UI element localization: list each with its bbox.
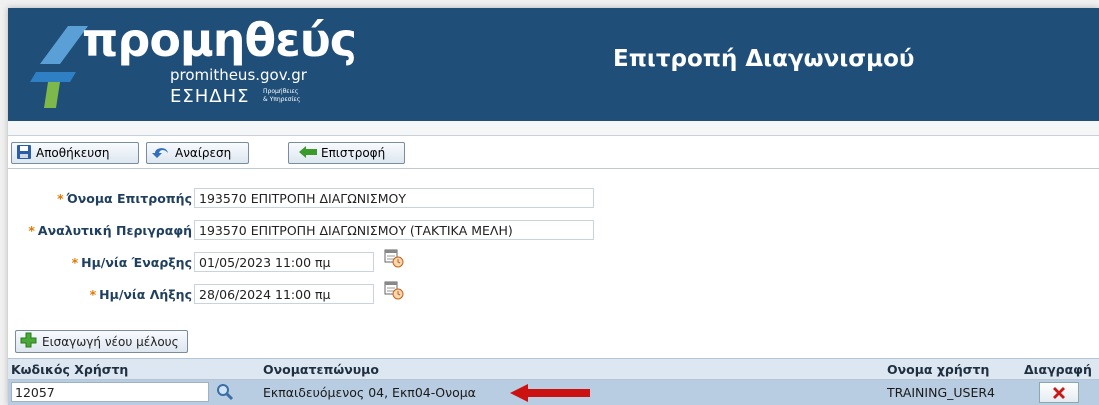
member-username: TRAINING_USER4 bbox=[887, 385, 995, 400]
description-field[interactable]: 193570 ΕΠΙΤΡΟΠΗ ΔΙΑΓΩΝΙΣΜΟΥ (ΤΑΚΤΙΚΑ ΜΕΛ… bbox=[194, 220, 594, 240]
undo-icon bbox=[151, 144, 171, 163]
save-button[interactable]: Αποθήκευση bbox=[11, 142, 139, 164]
end-date-field[interactable]: 28/06/2024 11:00 πμ bbox=[194, 284, 374, 304]
plus-icon bbox=[20, 332, 38, 351]
start-date-label: * Ημ/νία Έναρξης bbox=[71, 255, 192, 270]
app-frame: προμηθεύς promitheus.gov.gr ΕΣΗΔΗΣ Προμή… bbox=[8, 8, 1099, 405]
toolbar: Αποθήκευση Αναίρεση Επιστροφή bbox=[8, 140, 1099, 169]
arrow-left-icon bbox=[299, 145, 317, 161]
floppy-disk-icon bbox=[16, 144, 32, 163]
start-date-field[interactable]: 01/05/2023 11:00 πμ bbox=[194, 252, 374, 272]
red-arrow-annotation bbox=[510, 384, 590, 402]
col-delete[interactable]: Διαγραφή bbox=[1024, 362, 1092, 377]
logo-org: ΕΣΗΔΗΣ bbox=[170, 86, 250, 107]
end-date-label: * Ημ/νία Λήξης bbox=[89, 287, 192, 302]
committee-name-label: * Όνομα Επιτροπής bbox=[57, 191, 192, 206]
back-button[interactable]: Επιστροφή bbox=[288, 142, 405, 164]
logo-url: promitheus.gov.gr bbox=[170, 66, 307, 84]
search-icon[interactable] bbox=[216, 383, 234, 401]
header-separator bbox=[8, 121, 1099, 136]
description-label: * Αναλυτική Περιγραφή bbox=[28, 223, 192, 238]
logo-org-sub: Προμήθειες & Υπηρεσίες bbox=[263, 88, 301, 103]
delete-x-icon bbox=[1053, 386, 1065, 399]
add-member-button[interactable]: Εισαγωγή νέου μέλους bbox=[15, 330, 188, 353]
member-fullname: Εκπαιδευόμενος 04, Εκπ04-Ονομα bbox=[263, 385, 476, 400]
col-username[interactable]: Ονομα χρήστη bbox=[887, 362, 989, 377]
calendar-clock-icon[interactable] bbox=[384, 280, 404, 300]
col-user-code[interactable]: Κωδικός Χρήστη bbox=[11, 362, 128, 377]
committee-name-field[interactable]: 193570 ΕΠΙΤΡΟΠΗ ΔΙΑΓΩΝΙΣΜΟΥ bbox=[194, 188, 594, 208]
calendar-clock-icon[interactable] bbox=[384, 248, 404, 268]
col-fullname[interactable]: Ονοματεπώνυμο bbox=[263, 362, 379, 377]
page-title: Επιτροπή Διαγωνισμού bbox=[613, 46, 915, 72]
delete-member-button[interactable] bbox=[1039, 382, 1079, 403]
user-code-field[interactable]: 12057 bbox=[11, 382, 209, 402]
header-banner: προμηθεύς promitheus.gov.gr ΕΣΗΔΗΣ Προμή… bbox=[8, 8, 1099, 121]
members-table-header: Κωδικός Χρήστη Ονοματεπώνυμο Ονομα χρήστ… bbox=[8, 358, 1099, 380]
undo-button[interactable]: Αναίρεση bbox=[146, 142, 249, 164]
logo-wordmark: προμηθεύς bbox=[82, 13, 357, 67]
